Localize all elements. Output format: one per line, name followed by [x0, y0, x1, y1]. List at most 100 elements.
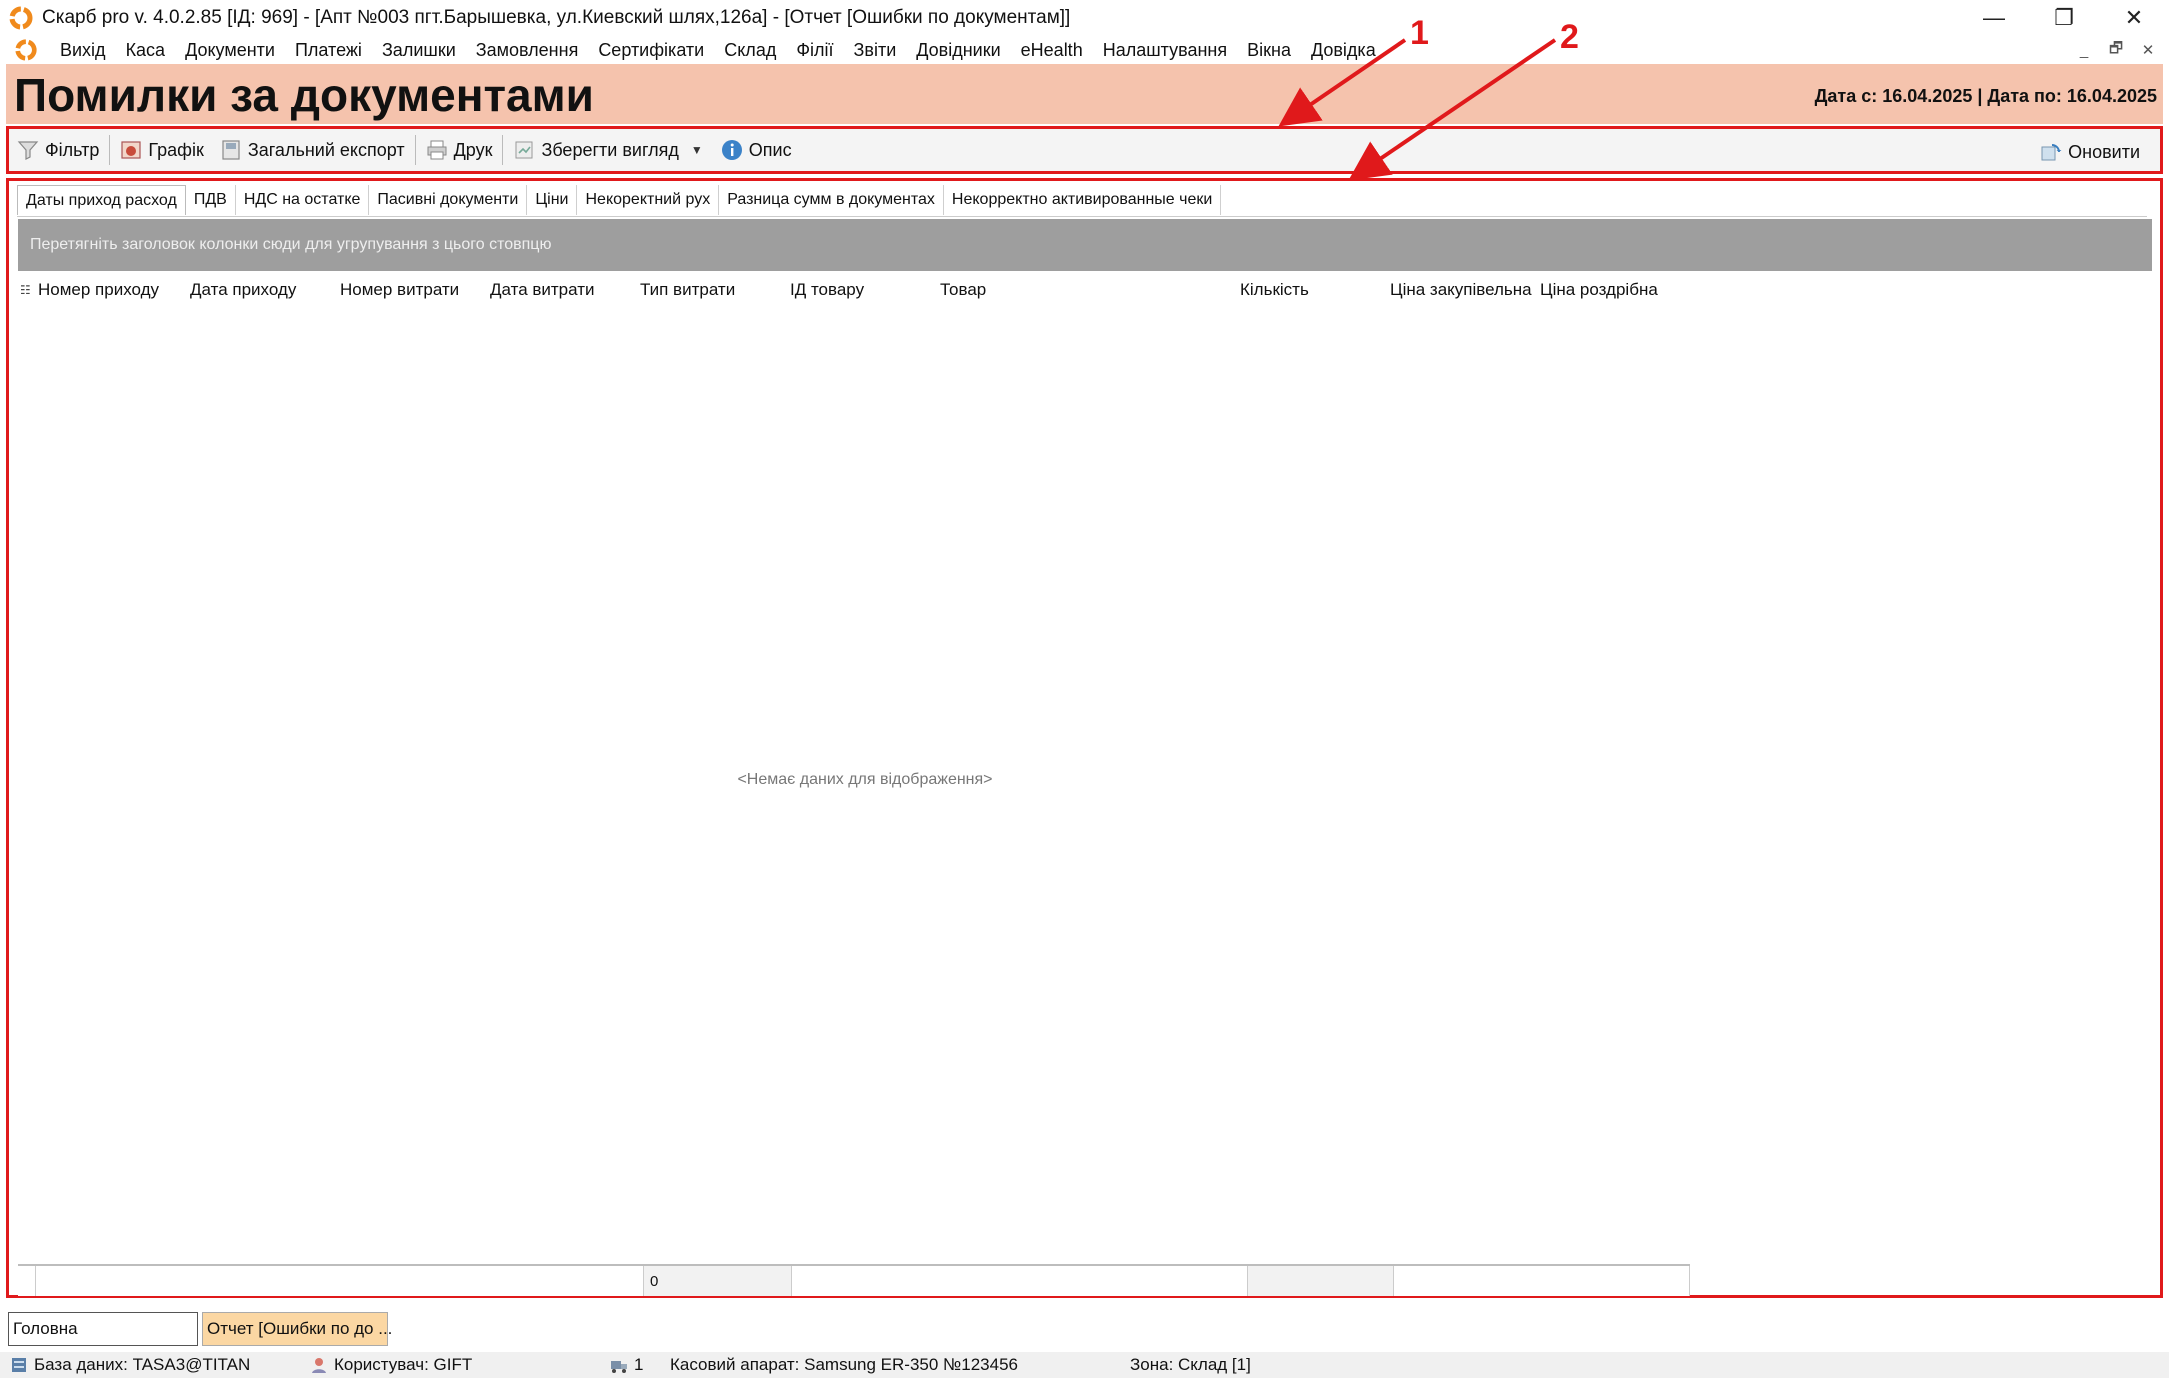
user-icon: [310, 1356, 328, 1374]
col-quantity[interactable]: Кількість: [1236, 271, 1386, 309]
menu-payments[interactable]: Платежі: [285, 40, 372, 61]
menu-exit[interactable]: Вихід: [50, 40, 116, 61]
mdi-logo-icon[interactable]: [14, 38, 38, 62]
status-user-text: Користувач: GIFT: [334, 1355, 473, 1374]
footer-count: 0: [644, 1266, 792, 1296]
annotation-label-1: 1: [1410, 14, 1429, 52]
empty-grid-message: <Немає даних для відображення>: [737, 771, 993, 788]
col-retail-price[interactable]: Ціна роздрібна: [1536, 271, 1686, 309]
annotation-label-2: 2: [1560, 18, 1579, 56]
group-by-panel[interactable]: Перетягніть заголовок колонки сюди для у…: [18, 219, 2152, 271]
status-database-text: База даних: TASA3@TITAN: [34, 1355, 251, 1374]
tab-incorrect-receipts[interactable]: Некорректно активированные чеки: [944, 185, 1222, 215]
col-expense-type[interactable]: Тип витрати: [636, 271, 786, 309]
chevron-down-icon[interactable]: ▼: [691, 143, 703, 157]
save-view-icon: [513, 139, 535, 161]
mdi-minimize-button[interactable]: _: [2071, 38, 2097, 62]
menu-orders[interactable]: Замовлення: [466, 40, 589, 61]
tab-incorrect-movement[interactable]: Некоректний рух: [577, 185, 720, 215]
menu-branches[interactable]: Філії: [786, 40, 843, 61]
mdi-close-button[interactable]: ✕: [2135, 38, 2161, 62]
refresh-icon: [2040, 141, 2062, 163]
printer-icon: [426, 139, 448, 161]
filter-button[interactable]: Фільтр: [9, 131, 107, 169]
menu-documents[interactable]: Документи: [175, 40, 285, 61]
tab-vat[interactable]: ПДВ: [186, 185, 236, 215]
footer-cell: [36, 1266, 644, 1296]
restore-button[interactable]: ❐: [2029, 0, 2099, 36]
toolbar-separator: [109, 135, 111, 165]
status-bar: База даних: TASA3@TITAN Користувач: GIFT…: [0, 1352, 2169, 1378]
footer-indicator: [18, 1266, 36, 1296]
print-label: Друк: [453, 139, 493, 160]
menu-ehealth[interactable]: eHealth: [1011, 40, 1093, 61]
doc-tab-home[interactable]: Головна: [8, 1312, 198, 1346]
status-user: Користувач: GIFT: [300, 1355, 600, 1375]
page-title: Помилки за документами: [14, 69, 594, 121]
status-zone: Зона: Склад [1]: [1130, 1355, 1251, 1374]
close-button[interactable]: ✕: [2099, 0, 2169, 36]
export-icon: [220, 139, 242, 161]
minimize-button[interactable]: —: [1959, 0, 2029, 36]
menu-certificates[interactable]: Сертифікати: [588, 40, 714, 61]
footer-cell: [1394, 1266, 1690, 1296]
col-receipt-date[interactable]: Дата приходу: [186, 271, 336, 309]
col-product-id[interactable]: ІД товару: [786, 271, 936, 309]
menu-help[interactable]: Довідка: [1301, 40, 1386, 61]
save-view-button[interactable]: Зберегти вигляд: [505, 131, 686, 169]
export-button[interactable]: Загальний експорт: [212, 131, 413, 169]
report-tabs: Даты приход расход ПДВ НДС на остатке Па…: [17, 185, 2147, 217]
date-range: Дата с: 16.04.2025 | Дата по: 16.04.2025: [1814, 86, 2157, 106]
title-bar: Скарб pro v. 4.0.2.85 [ІД: 969] - [Апт №…: [0, 0, 2169, 36]
menu-cash[interactable]: Каса: [116, 40, 176, 61]
status-count-text: 1: [634, 1355, 644, 1374]
menu-windows[interactable]: Вікна: [1237, 40, 1301, 61]
truck-icon: [610, 1356, 628, 1374]
col-receipt-number[interactable]: Номер приходу: [34, 271, 186, 309]
toolbar: Фільтр Графік Загальний експорт Друк Збе…: [6, 126, 2163, 174]
info-icon: [721, 139, 743, 161]
toolbar-separator: [502, 135, 504, 165]
chart-label: Графік: [148, 139, 204, 160]
export-label: Загальний експорт: [247, 139, 405, 160]
col-purchase-price[interactable]: Ціна закупівельна: [1386, 271, 1536, 309]
menu-bar: Вихід Каса Документи Платежі Залишки Зам…: [0, 36, 2169, 64]
save-view-label: Зберегти вигляд: [541, 139, 679, 160]
tab-passive-documents[interactable]: Пасивні документи: [369, 185, 528, 215]
description-label: Опис: [748, 139, 792, 160]
print-button[interactable]: Друк: [418, 131, 501, 169]
status-database: База даних: TASA3@TITAN: [0, 1355, 300, 1375]
footer-cell: [792, 1266, 1248, 1296]
col-product[interactable]: Товар: [936, 271, 1236, 309]
tab-vat-on-stock[interactable]: НДС на остатке: [236, 185, 370, 215]
menu-references[interactable]: Довідники: [906, 40, 1010, 61]
document-tabs: Головна Отчет [Ошибки по до ...: [8, 1312, 392, 1346]
col-expense-date[interactable]: Дата витрати: [486, 271, 636, 309]
mdi-restore-button[interactable]: 🗗: [2103, 38, 2129, 62]
grid-header: ☷ Номер приходу Дата приходу Номер витра…: [18, 271, 2152, 309]
tab-sum-difference[interactable]: Разница сумм в документах: [719, 185, 944, 215]
toolbar-separator: [414, 135, 416, 165]
doc-tab-report[interactable]: Отчет [Ошибки по до ...: [202, 1312, 392, 1346]
menu-stock[interactable]: Залишки: [372, 40, 466, 61]
refresh-button[interactable]: Оновити: [2032, 133, 2148, 171]
column-chooser-icon[interactable]: ☷: [20, 283, 34, 297]
tab-dates-in-out[interactable]: Даты приход расход: [17, 185, 186, 215]
tab-prices[interactable]: Ціни: [527, 185, 578, 215]
app-logo-icon: [8, 5, 34, 31]
chart-button[interactable]: Графік: [112, 131, 211, 169]
footer-cell: [1248, 1266, 1394, 1296]
grid-footer: 0: [18, 1264, 1690, 1296]
window-title: Скарб pro v. 4.0.2.85 [ІД: 969] - [Апт №…: [42, 7, 1071, 28]
menu-warehouse[interactable]: Склад: [714, 40, 786, 61]
report-header: Помилки за документами Дата с: 16.04.202…: [6, 64, 2163, 124]
menu-settings[interactable]: Налаштування: [1093, 40, 1237, 61]
funnel-icon: [17, 139, 39, 161]
report-content: Даты приход расход ПДВ НДС на остатке Па…: [6, 178, 2163, 1298]
status-count: 1: [600, 1355, 660, 1375]
description-button[interactable]: Опис: [713, 131, 800, 169]
database-icon: [10, 1356, 28, 1374]
col-expense-number[interactable]: Номер витрати: [336, 271, 486, 309]
menu-reports[interactable]: Звіти: [844, 40, 907, 61]
chart-icon: [120, 139, 142, 161]
